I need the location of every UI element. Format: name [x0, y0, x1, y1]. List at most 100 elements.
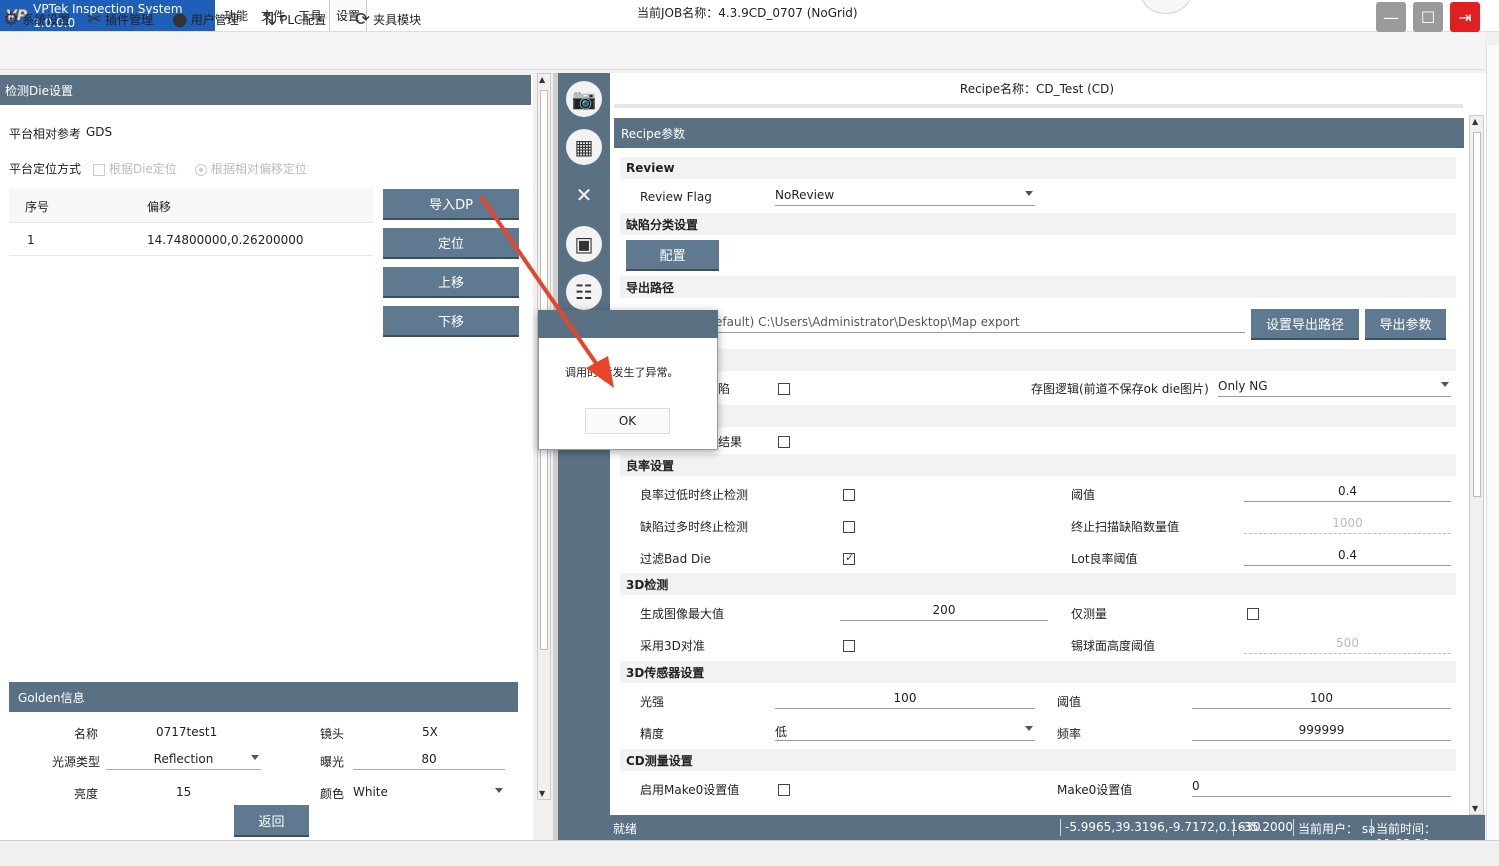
dp-table — [9, 188, 373, 670]
make0-value-field[interactable]: 0 — [1192, 779, 1451, 797]
toolbar-clamp-module[interactable]: ⟳ 夹具模块 — [355, 6, 421, 32]
status-user: 当前用户： sa — [1298, 822, 1376, 836]
recipe-scrollbar[interactable]: ▲ ▼ — [1469, 115, 1484, 815]
yield-stop-label: 良率过低时终止检测 — [640, 488, 749, 502]
scroll-up-arrow-icon[interactable]: ▲ — [539, 75, 545, 84]
intensity-field[interactable]: 100 — [775, 691, 1035, 709]
scroll-thumb[interactable] — [1473, 132, 1481, 497]
sensor-threshold-field[interactable]: 100 — [1192, 691, 1451, 709]
scroll-up-arrow-icon[interactable]: ▲ — [1472, 117, 1478, 126]
use-3d-align-checkbox[interactable] — [843, 638, 855, 652]
make0-enable-checkbox[interactable] — [778, 782, 790, 796]
sensor-threshold-label: 阈值 — [1057, 695, 1082, 709]
job-title: 当前JOB名称：4.3.9CD_0707 (NoGrid) — [637, 6, 858, 20]
threshold-field[interactable]: 0.4 — [1244, 484, 1451, 502]
yield-stop-checkbox[interactable] — [843, 487, 855, 501]
recipe-title: Recipe名称：CD_Test (CD) — [959, 82, 1115, 96]
col-index-header: 序号 — [25, 200, 50, 214]
gear-icon: ⚙ — [3, 8, 20, 30]
export-path-field[interactable]: efault) C:\Users\Administrator\Desktop\M… — [715, 315, 1245, 333]
review-flag-select[interactable]: NoReview — [775, 188, 1035, 206]
set-export-path-button[interactable]: 设置导出路径 — [1251, 309, 1359, 338]
row-index: 1 — [27, 233, 35, 247]
toolbar-user-manager[interactable]: ● 用户管理 — [172, 6, 239, 32]
divider — [614, 104, 1463, 108]
precision-value: 低 — [775, 725, 788, 739]
partial-label-2: 结果 — [718, 435, 743, 449]
max-image-field[interactable]: 200 — [840, 603, 1048, 621]
camera-icon[interactable]: 📷 — [566, 81, 602, 117]
defect-stop-checkbox[interactable] — [843, 519, 855, 533]
defect-class-section: 缺陷分类设置 — [620, 213, 1456, 235]
lot-yield-field[interactable]: 0.4 — [1244, 548, 1451, 566]
minimize-button[interactable]: — — [1376, 2, 1406, 32]
light-type-select[interactable]: Reflection — [106, 752, 261, 770]
save-logic-label: 存图逻辑(前道不保存ok die图片) — [1031, 382, 1209, 396]
exposure-field[interactable]: 80 — [353, 752, 505, 770]
frequency-label: 频率 — [1057, 727, 1082, 741]
exit-button[interactable]: ⇥ — [1450, 2, 1480, 32]
checkbox[interactable] — [843, 551, 855, 565]
partial-label-1: 陷 — [718, 382, 731, 396]
measure-only-checkbox[interactable] — [1247, 606, 1259, 620]
scroll-down-arrow-icon[interactable]: ▼ — [539, 789, 545, 798]
annotation-arrow — [480, 196, 614, 388]
bump-height-field[interactable]: 500 — [1244, 636, 1451, 654]
plc-icon: ⇅ — [262, 8, 278, 30]
save-logic-select[interactable]: Only NG — [1218, 379, 1451, 397]
die-settings-header: 检测Die设置 — [0, 75, 531, 105]
clamp-icon: ⟳ — [355, 8, 371, 30]
toolbar-plugin-manager[interactable]: ✂ 插件管理 — [87, 6, 153, 32]
use-3d-align-label: 采用3D对准 — [640, 639, 705, 653]
make0-enable-label: 启用Make0设置值 — [640, 783, 740, 797]
toolbar-label: PLC配置 — [280, 12, 327, 27]
export-path-section: 导出路径 — [620, 276, 1456, 298]
tools-icon: ✂ — [87, 8, 103, 30]
config-button[interactable]: 配置 — [626, 240, 719, 269]
status-divider — [1293, 819, 1294, 836]
scroll-down-arrow-icon[interactable]: ▼ — [1472, 804, 1478, 813]
chevron-down-icon — [495, 788, 503, 793]
checkbox[interactable] — [778, 435, 790, 448]
3d-inspection-section: 3D检测 — [620, 573, 1456, 595]
checkbox[interactable] — [1247, 607, 1259, 620]
color-select[interactable]: White — [353, 785, 505, 801]
right-edge-panel — [1486, 45, 1499, 840]
color-value: White — [353, 785, 388, 799]
mode-offset-radio[interactable] — [195, 163, 207, 176]
3d-sensor-section: 3D传感器设置 — [620, 661, 1456, 683]
toolbar-system-settings[interactable]: ⚙ 系统设置 — [3, 6, 70, 32]
checkbox[interactable] — [843, 639, 855, 652]
checkbox[interactable] — [778, 382, 790, 395]
grid-icon[interactable]: ▦ — [566, 129, 602, 165]
partial-checkbox-1[interactable] — [778, 381, 790, 395]
mode-die-option[interactable]: 根据Die定位 — [93, 160, 177, 177]
status-divider — [1233, 819, 1234, 836]
partial-checkbox-2[interactable] — [778, 434, 790, 448]
precision-select[interactable]: 低 — [775, 723, 1035, 741]
mode-offset-option[interactable]: 根据相对偏移定位 — [195, 160, 307, 177]
toolbar-label: 夹具模块 — [373, 12, 422, 27]
filter-bad-die-label: 过滤Bad Die — [640, 552, 711, 566]
back-button[interactable]: 返回 — [234, 805, 309, 835]
section-partial-2 — [620, 405, 1456, 427]
maximize-button[interactable]: ☐ — [1413, 2, 1443, 32]
toolbar-label: 插件管理 — [105, 12, 154, 27]
checkbox[interactable] — [843, 488, 855, 501]
toolbar-label: 系统设置 — [22, 12, 71, 27]
checkbox[interactable] — [778, 783, 790, 796]
col-offset-header: 偏移 — [147, 200, 172, 214]
checkbox[interactable] — [843, 520, 855, 533]
toolbar-plc-config[interactable]: ⇅ PLC配置 — [262, 6, 326, 32]
filter-bad-die-checkbox[interactable] — [843, 551, 855, 565]
mode-die-checkbox[interactable] — [93, 163, 105, 176]
status-coords: -5.9965,39.3196,-9.7172,0.1630 — [1065, 820, 1261, 834]
stop-scan-field[interactable]: 1000 — [1244, 516, 1451, 534]
dialog-ok-button[interactable]: OK — [585, 408, 670, 434]
threshold-label: 阈值 — [1071, 488, 1096, 502]
frequency-field[interactable]: 999999 — [1192, 723, 1451, 741]
dp-table-header — [9, 188, 373, 223]
status-divider — [1060, 819, 1061, 836]
make0-value-label: Make0设置值 — [1057, 783, 1133, 797]
export-params-button[interactable]: 导出参数 — [1365, 309, 1446, 338]
